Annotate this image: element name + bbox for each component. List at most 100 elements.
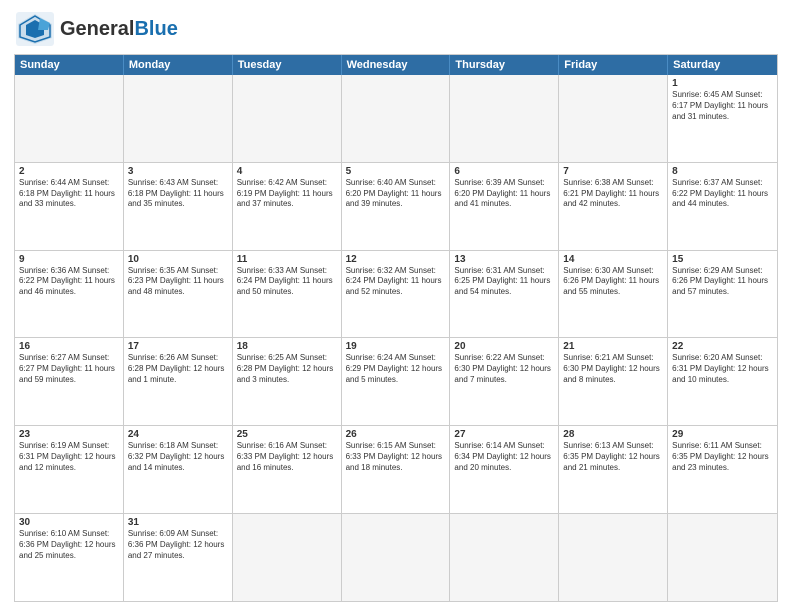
day-number: 19 bbox=[346, 341, 446, 352]
day-number: 30 bbox=[19, 517, 119, 528]
calendar-day-11: 11Sunrise: 6:33 AM Sunset: 6:24 PM Dayli… bbox=[233, 251, 342, 338]
day-header-friday: Friday bbox=[559, 55, 668, 75]
calendar-week-5: 30Sunrise: 6:10 AM Sunset: 6:36 PM Dayli… bbox=[15, 514, 777, 601]
day-number: 20 bbox=[454, 341, 554, 352]
day-info: Sunrise: 6:35 AM Sunset: 6:23 PM Dayligh… bbox=[128, 266, 228, 298]
logo-blue-text: Blue bbox=[134, 18, 177, 40]
day-number: 14 bbox=[563, 254, 663, 265]
day-number: 27 bbox=[454, 429, 554, 440]
logo-text: GeneralBlue bbox=[60, 18, 178, 41]
day-header-thursday: Thursday bbox=[450, 55, 559, 75]
calendar-week-0: 1Sunrise: 6:45 AM Sunset: 6:17 PM Daylig… bbox=[15, 75, 777, 163]
calendar-day-4: 4Sunrise: 6:42 AM Sunset: 6:19 PM Daylig… bbox=[233, 163, 342, 250]
logo-general-text: General bbox=[60, 18, 134, 40]
day-number: 25 bbox=[237, 429, 337, 440]
calendar-day-empty bbox=[233, 514, 342, 601]
day-info: Sunrise: 6:42 AM Sunset: 6:19 PM Dayligh… bbox=[237, 178, 337, 210]
day-number: 31 bbox=[128, 517, 228, 528]
day-info: Sunrise: 6:09 AM Sunset: 6:36 PM Dayligh… bbox=[128, 529, 228, 561]
calendar-day-14: 14Sunrise: 6:30 AM Sunset: 6:26 PM Dayli… bbox=[559, 251, 668, 338]
day-number: 11 bbox=[237, 254, 337, 265]
calendar-day-18: 18Sunrise: 6:25 AM Sunset: 6:28 PM Dayli… bbox=[233, 338, 342, 425]
calendar-day-25: 25Sunrise: 6:16 AM Sunset: 6:33 PM Dayli… bbox=[233, 426, 342, 513]
day-number: 13 bbox=[454, 254, 554, 265]
calendar-header: SundayMondayTuesdayWednesdayThursdayFrid… bbox=[15, 55, 777, 75]
calendar-day-24: 24Sunrise: 6:18 AM Sunset: 6:32 PM Dayli… bbox=[124, 426, 233, 513]
day-info: Sunrise: 6:40 AM Sunset: 6:20 PM Dayligh… bbox=[346, 178, 446, 210]
day-info: Sunrise: 6:16 AM Sunset: 6:33 PM Dayligh… bbox=[237, 441, 337, 473]
calendar-week-3: 16Sunrise: 6:27 AM Sunset: 6:27 PM Dayli… bbox=[15, 338, 777, 426]
day-number: 10 bbox=[128, 254, 228, 265]
day-number: 9 bbox=[19, 254, 119, 265]
day-header-monday: Monday bbox=[124, 55, 233, 75]
calendar: SundayMondayTuesdayWednesdayThursdayFrid… bbox=[14, 54, 778, 602]
day-info: Sunrise: 6:13 AM Sunset: 6:35 PM Dayligh… bbox=[563, 441, 663, 473]
calendar-day-empty bbox=[559, 75, 668, 162]
day-number: 16 bbox=[19, 341, 119, 352]
calendar-day-6: 6Sunrise: 6:39 AM Sunset: 6:20 PM Daylig… bbox=[450, 163, 559, 250]
calendar-day-20: 20Sunrise: 6:22 AM Sunset: 6:30 PM Dayli… bbox=[450, 338, 559, 425]
day-info: Sunrise: 6:27 AM Sunset: 6:27 PM Dayligh… bbox=[19, 353, 119, 385]
calendar-day-15: 15Sunrise: 6:29 AM Sunset: 6:26 PM Dayli… bbox=[668, 251, 777, 338]
calendar-day-22: 22Sunrise: 6:20 AM Sunset: 6:31 PM Dayli… bbox=[668, 338, 777, 425]
calendar-day-2: 2Sunrise: 6:44 AM Sunset: 6:18 PM Daylig… bbox=[15, 163, 124, 250]
calendar-day-19: 19Sunrise: 6:24 AM Sunset: 6:29 PM Dayli… bbox=[342, 338, 451, 425]
calendar-day-27: 27Sunrise: 6:14 AM Sunset: 6:34 PM Dayli… bbox=[450, 426, 559, 513]
day-number: 8 bbox=[672, 166, 773, 177]
calendar-day-9: 9Sunrise: 6:36 AM Sunset: 6:22 PM Daylig… bbox=[15, 251, 124, 338]
calendar-day-29: 29Sunrise: 6:11 AM Sunset: 6:35 PM Dayli… bbox=[668, 426, 777, 513]
day-number: 4 bbox=[237, 166, 337, 177]
calendar-day-8: 8Sunrise: 6:37 AM Sunset: 6:22 PM Daylig… bbox=[668, 163, 777, 250]
calendar-day-empty bbox=[559, 514, 668, 601]
day-number: 29 bbox=[672, 429, 773, 440]
day-info: Sunrise: 6:44 AM Sunset: 6:18 PM Dayligh… bbox=[19, 178, 119, 210]
header: GeneralBlue bbox=[14, 10, 778, 48]
day-number: 18 bbox=[237, 341, 337, 352]
day-info: Sunrise: 6:36 AM Sunset: 6:22 PM Dayligh… bbox=[19, 266, 119, 298]
logo: GeneralBlue bbox=[14, 10, 178, 48]
day-info: Sunrise: 6:18 AM Sunset: 6:32 PM Dayligh… bbox=[128, 441, 228, 473]
day-number: 2 bbox=[19, 166, 119, 177]
day-info: Sunrise: 6:43 AM Sunset: 6:18 PM Dayligh… bbox=[128, 178, 228, 210]
day-info: Sunrise: 6:39 AM Sunset: 6:20 PM Dayligh… bbox=[454, 178, 554, 210]
calendar-day-16: 16Sunrise: 6:27 AM Sunset: 6:27 PM Dayli… bbox=[15, 338, 124, 425]
day-number: 28 bbox=[563, 429, 663, 440]
calendar-day-21: 21Sunrise: 6:21 AM Sunset: 6:30 PM Dayli… bbox=[559, 338, 668, 425]
day-number: 23 bbox=[19, 429, 119, 440]
day-info: Sunrise: 6:19 AM Sunset: 6:31 PM Dayligh… bbox=[19, 441, 119, 473]
day-number: 24 bbox=[128, 429, 228, 440]
day-header-sunday: Sunday bbox=[15, 55, 124, 75]
calendar-day-7: 7Sunrise: 6:38 AM Sunset: 6:21 PM Daylig… bbox=[559, 163, 668, 250]
calendar-day-empty bbox=[450, 514, 559, 601]
calendar-day-26: 26Sunrise: 6:15 AM Sunset: 6:33 PM Dayli… bbox=[342, 426, 451, 513]
day-header-wednesday: Wednesday bbox=[342, 55, 451, 75]
day-header-saturday: Saturday bbox=[668, 55, 777, 75]
calendar-day-28: 28Sunrise: 6:13 AM Sunset: 6:35 PM Dayli… bbox=[559, 426, 668, 513]
day-number: 1 bbox=[672, 78, 773, 89]
calendar-day-13: 13Sunrise: 6:31 AM Sunset: 6:25 PM Dayli… bbox=[450, 251, 559, 338]
day-info: Sunrise: 6:22 AM Sunset: 6:30 PM Dayligh… bbox=[454, 353, 554, 385]
day-number: 3 bbox=[128, 166, 228, 177]
day-number: 12 bbox=[346, 254, 446, 265]
day-info: Sunrise: 6:21 AM Sunset: 6:30 PM Dayligh… bbox=[563, 353, 663, 385]
calendar-day-23: 23Sunrise: 6:19 AM Sunset: 6:31 PM Dayli… bbox=[15, 426, 124, 513]
day-number: 21 bbox=[563, 341, 663, 352]
calendar-day-empty bbox=[450, 75, 559, 162]
day-info: Sunrise: 6:14 AM Sunset: 6:34 PM Dayligh… bbox=[454, 441, 554, 473]
calendar-day-30: 30Sunrise: 6:10 AM Sunset: 6:36 PM Dayli… bbox=[15, 514, 124, 601]
calendar-week-1: 2Sunrise: 6:44 AM Sunset: 6:18 PM Daylig… bbox=[15, 163, 777, 251]
day-info: Sunrise: 6:11 AM Sunset: 6:35 PM Dayligh… bbox=[672, 441, 773, 473]
calendar-day-empty bbox=[342, 514, 451, 601]
day-info: Sunrise: 6:37 AM Sunset: 6:22 PM Dayligh… bbox=[672, 178, 773, 210]
day-info: Sunrise: 6:31 AM Sunset: 6:25 PM Dayligh… bbox=[454, 266, 554, 298]
day-header-tuesday: Tuesday bbox=[233, 55, 342, 75]
page: GeneralBlue SundayMondayTuesdayWednesday… bbox=[0, 0, 792, 612]
day-number: 7 bbox=[563, 166, 663, 177]
calendar-day-12: 12Sunrise: 6:32 AM Sunset: 6:24 PM Dayli… bbox=[342, 251, 451, 338]
calendar-day-3: 3Sunrise: 6:43 AM Sunset: 6:18 PM Daylig… bbox=[124, 163, 233, 250]
day-info: Sunrise: 6:32 AM Sunset: 6:24 PM Dayligh… bbox=[346, 266, 446, 298]
day-info: Sunrise: 6:29 AM Sunset: 6:26 PM Dayligh… bbox=[672, 266, 773, 298]
calendar-day-10: 10Sunrise: 6:35 AM Sunset: 6:23 PM Dayli… bbox=[124, 251, 233, 338]
day-number: 26 bbox=[346, 429, 446, 440]
day-info: Sunrise: 6:15 AM Sunset: 6:33 PM Dayligh… bbox=[346, 441, 446, 473]
